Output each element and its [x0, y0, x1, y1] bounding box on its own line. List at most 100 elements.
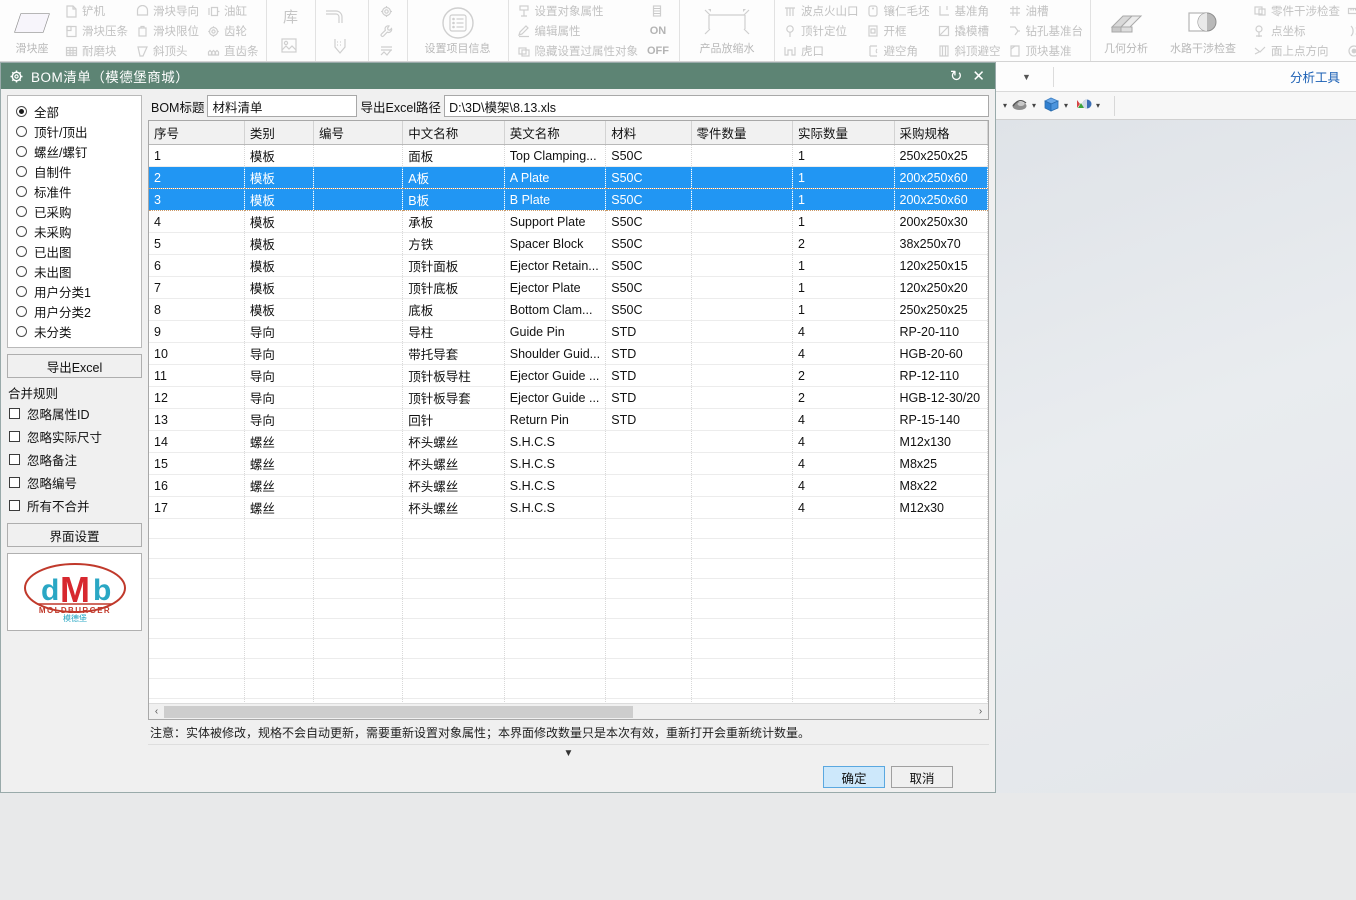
ribbon-item-lifter-head[interactable]: 斜顶头	[131, 41, 202, 61]
table-row[interactable]: 11导向顶针板导柱Ejector Guide ...STD2RP-12-110	[149, 365, 988, 387]
table-cell[interactable]: 9	[149, 321, 244, 343]
radio-icon[interactable]	[16, 326, 27, 337]
table-cell[interactable]: 4	[149, 211, 244, 233]
table-cell[interactable]: 导向	[244, 387, 313, 409]
table-cell[interactable]: 顶针面板	[403, 255, 505, 277]
ribbon-item-cylinder[interactable]: 油缸	[202, 1, 262, 21]
table-cell[interactable]: STD	[606, 343, 691, 365]
table-cell[interactable]: Ejector Retain...	[504, 255, 606, 277]
table-cell[interactable]: 1	[793, 211, 895, 233]
ribbon-mf-col-3[interactable]: 基准角 撬模槽 斜顶避空	[933, 1, 1004, 61]
table-cell[interactable]: 方铁	[403, 233, 505, 255]
ribbon-item-open-pocket[interactable]: 开框	[862, 21, 933, 41]
table-cell[interactable]: Spacer Block	[504, 233, 606, 255]
table-cell[interactable]: S.H.C.S	[504, 475, 606, 497]
scrollbar-thumb[interactable]	[164, 706, 633, 718]
table-cell[interactable]: 底板	[403, 299, 505, 321]
table-cell[interactable]: 17	[149, 497, 244, 519]
table-cell[interactable]: 导向	[244, 321, 313, 343]
table-cell[interactable]: S.H.C.S	[504, 453, 606, 475]
table-cell[interactable]: Ejector Guide ...	[504, 365, 606, 387]
ribbon-group-project-info[interactable]: 设置项目信息	[408, 0, 509, 62]
table-cell[interactable]: 带托导套	[403, 343, 505, 365]
table-row[interactable]: 8模板底板Bottom Clam...S50C1250x250x25	[149, 299, 988, 321]
table-cell[interactable]: M12x30	[894, 497, 987, 519]
table-cell[interactable]: 杯头螺丝	[403, 453, 505, 475]
ribbon-item-measure-solid[interactable]: 测量实体大	[1343, 41, 1356, 61]
orient-view-button[interactable]: ▾	[1042, 95, 1071, 117]
ribbon-item-gear-small[interactable]	[373, 1, 403, 21]
bom-dialog[interactable]: BOM清单（模德堡商城） ↻ ✕ 全部 顶针/顶出 螺丝/螺钉 自制件 标准件 …	[0, 62, 996, 793]
table-cell[interactable]: 120x250x15	[894, 255, 987, 277]
merge-rule-ignore-number[interactable]: 忽略编号	[7, 471, 142, 494]
table-cell[interactable]	[691, 277, 793, 299]
table-cell[interactable]: 承板	[403, 211, 505, 233]
table-row[interactable]: 12导向顶针板导套Ejector Guide ...STD2HGB-12-30/…	[149, 387, 988, 409]
ribbon-item-lifter-clearance[interactable]: 斜顶避空	[933, 41, 1004, 61]
table-row[interactable]: 13导向回针Return PinSTD4RP-15-140	[149, 409, 988, 431]
table-cell[interactable]	[313, 189, 402, 211]
table-cell[interactable]	[691, 145, 793, 167]
ribbon-item-crater[interactable]: 波点火山口	[779, 1, 862, 21]
table-cell[interactable]: 螺丝	[244, 453, 313, 475]
ribbon-button-cooling-interference[interactable]: 水路干涉检查	[1157, 1, 1249, 61]
table-cell[interactable]: Guide Pin	[504, 321, 606, 343]
ribbon-attr-column[interactable]: 设置对象属性 编辑属性 隐藏设置过属性对象	[513, 1, 642, 61]
table-row-empty[interactable]	[149, 619, 988, 639]
merge-rule-no-merge-all[interactable]: 所有不合并	[7, 494, 142, 517]
ribbon-attr-toggle-column[interactable]: ON OFF	[641, 1, 675, 61]
table-cell[interactable]: Shoulder Guid...	[504, 343, 606, 365]
table-cell[interactable]: 模板	[244, 277, 313, 299]
table-cell[interactable]: 14	[149, 431, 244, 453]
table-cell[interactable]: 15	[149, 453, 244, 475]
table-cell[interactable]: 顶针板导套	[403, 387, 505, 409]
ribbon-button-geometry-analysis[interactable]: 几何分析	[1095, 1, 1157, 61]
scrollbar-track[interactable]	[164, 705, 973, 719]
ribbon-item-interlock[interactable]: 虎口	[779, 41, 862, 61]
table-cell[interactable]: 导向	[244, 343, 313, 365]
ribbon-toggle-on[interactable]: ON	[641, 21, 675, 41]
ribbon-footer[interactable]: ▼ 分析工具	[996, 62, 1356, 92]
table-cell[interactable]: B板	[403, 189, 505, 211]
table-row-empty[interactable]	[149, 659, 988, 679]
ribbon-group-analysis[interactable]: 几何分析 水路干涉检查 零件干涉检查 点坐标 面上点方向 两点距离 弧长分析 测…	[1091, 0, 1356, 62]
table-cell[interactable]: 模板	[244, 299, 313, 321]
table-cell[interactable]: 4	[793, 431, 895, 453]
ribbon-item-set-object-attr[interactable]: 设置对象属性	[513, 1, 642, 21]
checkbox-icon[interactable]	[9, 454, 20, 465]
ribbon-item-slider-guide[interactable]: 滑块导向	[131, 1, 202, 21]
table-cell[interactable]	[313, 299, 402, 321]
table-row[interactable]: 15螺丝杯头螺丝S.H.C.S4M8x25	[149, 453, 988, 475]
table-row[interactable]: 7模板顶针底板Ejector PlateS50C1120x250x20	[149, 277, 988, 299]
ribbon-item-oil-groove[interactable]: 油槽	[1004, 1, 1087, 21]
table-cell[interactable]: Ejector Plate	[504, 277, 606, 299]
table-cell[interactable]	[313, 211, 402, 233]
table-cell[interactable]: S50C	[606, 233, 691, 255]
table-cell[interactable]: RP-15-140	[894, 409, 987, 431]
filter-option-self-made[interactable]: 自制件	[12, 161, 137, 181]
ribbon-toolbar[interactable]: 滑块座 铲机 滑块压条 耐磨块 滑块导向 滑块限位 斜顶头 油缸 齿轮 直齿条 …	[0, 0, 1356, 62]
table-cell[interactable]	[313, 343, 402, 365]
ribbon-item-rack[interactable]: 直齿条	[202, 41, 262, 61]
table-cell[interactable]: 模板	[244, 255, 313, 277]
column-header-purchase-spec[interactable]: 采购规格	[894, 121, 987, 145]
ribbon-item-drill-datum[interactable]: 钻孔基准台	[1004, 21, 1087, 41]
table-cell[interactable]: 1	[793, 277, 895, 299]
filter-option-uncategorized[interactable]: 未分类	[12, 321, 137, 341]
table-row[interactable]: 5模板方铁Spacer BlockS50C238x250x70	[149, 233, 988, 255]
table-row-empty[interactable]	[149, 579, 988, 599]
column-header-part-qty[interactable]: 零件数量	[691, 121, 793, 145]
radio-icon[interactable]	[16, 286, 27, 297]
ribbon-item-gear[interactable]: 齿轮	[202, 21, 262, 41]
ribbon-item-point-coord[interactable]: 点坐标	[1249, 21, 1343, 41]
radio-icon[interactable]	[16, 306, 27, 317]
ribbon-item-library-image[interactable]	[271, 33, 311, 59]
filter-option-standard[interactable]: 标准件	[12, 181, 137, 201]
filter-option-user-cat-2[interactable]: 用户分类2	[12, 301, 137, 321]
table-cell[interactable]: 200x250x30	[894, 211, 987, 233]
table-cell[interactable]: STD	[606, 387, 691, 409]
ribbon-item-wedge[interactable]: 铲机	[60, 1, 131, 21]
table-cell[interactable]: 顶针板导柱	[403, 365, 505, 387]
radio-icon[interactable]	[16, 106, 27, 117]
xls-path-input[interactable]: D:\3D\模架\8.13.xls	[444, 95, 989, 117]
